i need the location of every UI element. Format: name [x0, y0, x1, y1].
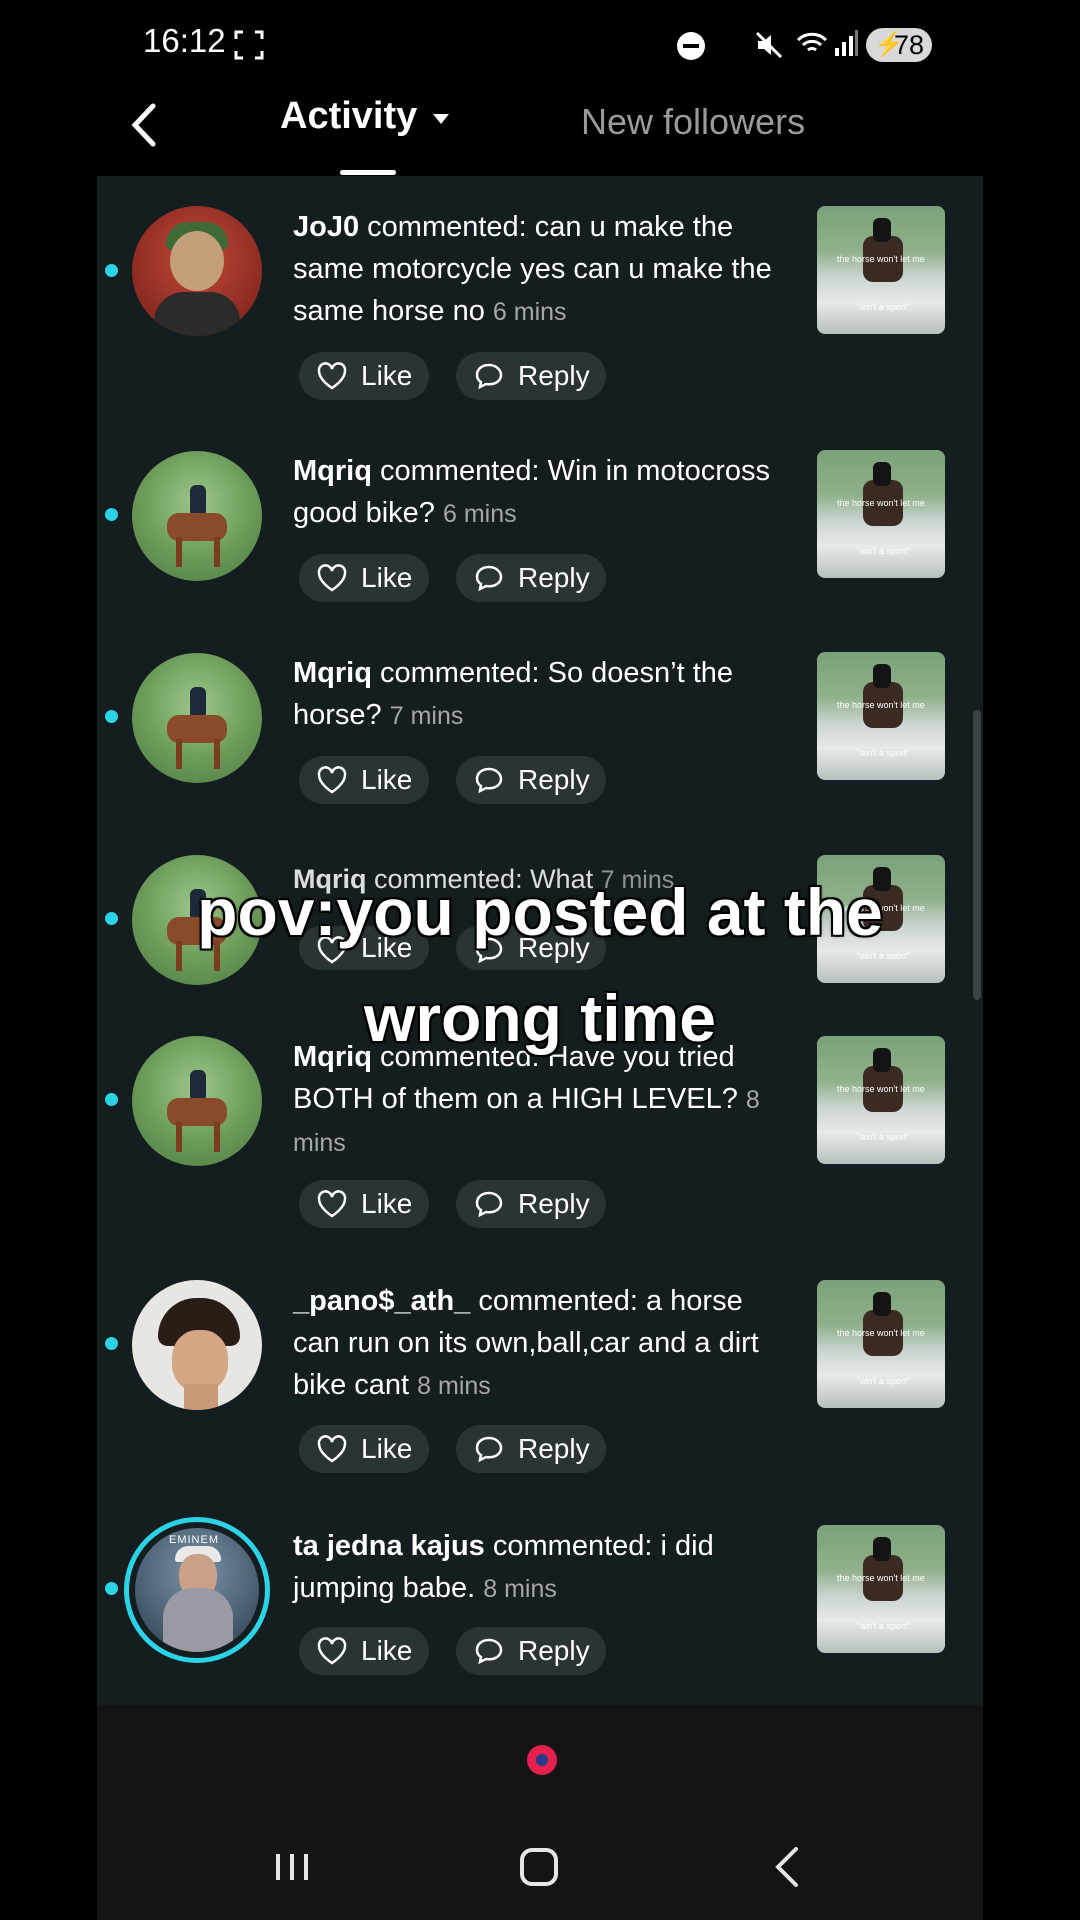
notification-text: Mqriq commented: Win in motocross good b…	[293, 450, 793, 535]
time-ago: 7 mins	[389, 702, 464, 730]
heart-icon	[317, 766, 347, 794]
reply-label: Reply	[518, 1433, 590, 1464]
thumbnail-caption: the horse won't let me	[837, 700, 925, 710]
thumbnail-caption: the horse won't let me	[837, 1084, 925, 1094]
thumbnail-caption: "ain't a sport"	[857, 748, 910, 758]
speech-bubble-icon	[475, 1638, 503, 1665]
screen-recorder-icon[interactable]	[527, 1745, 557, 1775]
video-thumbnail[interactable]: the horse won't let me "ain't a sport"	[817, 652, 945, 780]
avatar[interactable]	[132, 206, 262, 336]
home-icon[interactable]	[520, 1848, 558, 1886]
reply-label: Reply	[518, 360, 590, 391]
notification-text: ta jedna kajus commented: i did jumping …	[293, 1525, 793, 1610]
heart-icon	[317, 1637, 347, 1665]
reply-button[interactable]: Reply	[456, 756, 606, 804]
thumbnail-caption: "ain't a sport"	[857, 546, 910, 556]
avatar[interactable]	[132, 1280, 262, 1410]
time-ago: 8 mins	[483, 1575, 557, 1603]
heart-icon	[317, 564, 347, 592]
unread-dot	[105, 1582, 118, 1595]
speech-bubble-icon	[475, 1191, 503, 1218]
unread-dot	[105, 710, 118, 723]
like-button[interactable]: Like	[299, 554, 429, 602]
video-thumbnail[interactable]: the horse won't let me "ain't a sport"	[817, 450, 945, 578]
unread-dot	[105, 1337, 118, 1350]
thumbnail-caption: "ain't a sport"	[857, 302, 910, 312]
time-ago: 6 mins	[442, 500, 517, 528]
notification-text: _pano$_ath_ commented: a horse can run o…	[293, 1280, 793, 1407]
unread-dot	[105, 264, 118, 277]
avatar[interactable]	[132, 451, 262, 581]
reply-button[interactable]: Reply	[456, 554, 606, 602]
notification-text: JoJ0 commented: can u make the same moto…	[293, 206, 793, 333]
thumbnail-caption: the horse won't let me	[837, 254, 925, 264]
speech-bubble-icon	[475, 363, 503, 390]
like-button[interactable]: Like	[299, 756, 429, 804]
avatar[interactable]	[132, 653, 262, 783]
username[interactable]: _pano$_ath_	[293, 1285, 470, 1317]
time-ago: 8 mins	[417, 1372, 491, 1400]
thumbnail-caption: the horse won't let me	[837, 498, 925, 508]
video-thumbnail[interactable]: the horse won't let me "ain't a sport"	[817, 1525, 945, 1653]
notification-text: Mqriq commented: So doesn’t the horse? 7…	[293, 652, 793, 737]
reply-label: Reply	[518, 1188, 590, 1219]
reply-button[interactable]: Reply	[456, 1180, 606, 1228]
thumbnail-caption: "ain't a sport"	[857, 1132, 910, 1142]
unread-dot	[105, 1093, 118, 1106]
thumbnail-caption: the horse won't let me	[837, 1328, 925, 1338]
thumbnail-caption: "ain't a sport"	[857, 951, 910, 961]
unread-dot	[105, 508, 118, 521]
thumbnail-caption: "ain't a sport"	[857, 1376, 910, 1386]
like-label: Like	[361, 1635, 413, 1666]
video-caption-line-1: pov:you posted at the	[197, 875, 883, 949]
speech-bubble-icon	[475, 767, 503, 794]
like-button[interactable]: Like	[299, 1425, 429, 1473]
like-button[interactable]: Like	[299, 1627, 429, 1675]
notification-list: JoJ0 commented: can u make the same moto…	[97, 0, 983, 1705]
time-ago: 6 mins	[492, 298, 567, 326]
heart-icon	[317, 1190, 347, 1218]
thumbnail-caption: "ain't a sport"	[857, 1621, 910, 1631]
username[interactable]: Mqriq	[293, 455, 372, 487]
avatar-with-story-ring[interactable]: EMINEM	[124, 1517, 270, 1663]
username[interactable]: Mqriq	[293, 657, 372, 689]
like-label: Like	[361, 360, 413, 391]
reply-label: Reply	[518, 1635, 590, 1666]
like-label: Like	[361, 764, 413, 795]
bottom-area	[97, 1705, 983, 1920]
reply-label: Reply	[518, 764, 590, 795]
video-thumbnail[interactable]: the horse won't let me "ain't a sport"	[817, 206, 945, 334]
reply-button[interactable]: Reply	[456, 1627, 606, 1675]
reply-button[interactable]: Reply	[456, 1425, 606, 1473]
reply-label: Reply	[518, 562, 590, 593]
speech-bubble-icon	[475, 565, 503, 592]
back-nav-icon[interactable]	[770, 1846, 804, 1888]
speech-bubble-icon	[475, 1436, 503, 1463]
thumbnail-caption: the horse won't let me	[837, 1573, 925, 1583]
reply-button[interactable]: Reply	[456, 352, 606, 400]
video-caption-line-2: wrong time	[363, 981, 716, 1055]
recent-apps-icon[interactable]	[272, 1852, 312, 1882]
like-label: Like	[361, 562, 413, 593]
heart-icon	[317, 362, 347, 390]
heart-icon	[317, 1435, 347, 1463]
like-button[interactable]: Like	[299, 352, 429, 400]
username[interactable]: ta jedna kajus	[293, 1530, 485, 1562]
username[interactable]: JoJ0	[293, 211, 359, 243]
like-label: Like	[361, 1433, 413, 1464]
like-button[interactable]: Like	[299, 1180, 429, 1228]
like-label: Like	[361, 1188, 413, 1219]
video-thumbnail[interactable]: the horse won't let me "ain't a sport"	[817, 1280, 945, 1408]
